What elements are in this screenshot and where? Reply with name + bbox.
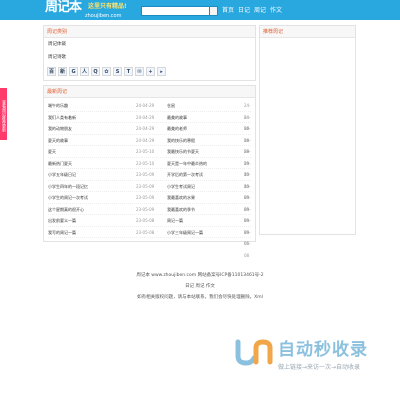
article-link[interactable]: 我最快乐的节夏天 <box>167 146 239 158</box>
list-item: 最新热门夏天 23-05-10 夏天是一年中最炎热的 23-05-10 <box>48 158 251 189</box>
add-share-icon[interactable]: + <box>146 67 155 76</box>
latest-list: 端午的乐趣 24-04-29 仓鼠 24-04-29 我们人类有着新 24-04-29 最… <box>44 98 255 258</box>
recommend-box: 推荐周记 <box>259 25 356 235</box>
article-link[interactable]: 夏天 <box>48 146 130 158</box>
article-link[interactable]: 我最喜欢的水果 <box>167 192 239 204</box>
site-logo[interactable]: 周记本 这里只有精品! zhoujiben.com <box>45 0 133 20</box>
search-button[interactable] <box>209 6 218 16</box>
article-date: 23-05-08 <box>136 229 155 235</box>
article-link[interactable]: 小学三年级周记一篇 <box>167 227 239 239</box>
article-date: 23-05-09 <box>136 195 155 200</box>
latest-title: 最新周记 <box>44 86 255 98</box>
logo-domain: zhoujiben.com <box>85 13 122 19</box>
logo-slogan: 这里只有精品! <box>88 3 127 10</box>
nav-weekly[interactable]: 周记 <box>254 5 266 17</box>
share-icon-row: 百 新 G 人 Q ✿ S T ✉ + ▸ <box>44 64 255 80</box>
list-item: 夏天的故事 24-04-29 我的快乐的寒假 24-04-29 <box>48 135 251 166</box>
footer: 周记本 www.zhoujiben.com 网站备案号ICP备11013461号… <box>0 270 400 303</box>
article-link[interactable]: 我们人类有着新 <box>48 112 130 124</box>
article-link[interactable]: 小学生的周记一次考试 <box>48 192 130 204</box>
article-link[interactable]: 这个星期真的很开心 <box>48 204 130 216</box>
share-icon[interactable]: 百 <box>47 67 56 76</box>
watermark-title: 自动秒收录 <box>278 340 368 360</box>
sidebar-recommend-tab[interactable]: 查看周记推荐更新 <box>0 88 7 140</box>
share-icon[interactable]: ✉ <box>135 67 144 76</box>
category-title: 周记类别 <box>44 26 255 38</box>
share-icon[interactable]: G <box>69 67 78 76</box>
category-item[interactable]: 周记体裁 <box>44 38 255 51</box>
list-item: 小学五年级日记 23-05-09 开学后的第一次考试 23-05-09 <box>48 169 251 200</box>
list-item: 出发前要义一篇 23-05-08 周记一篇 23-05-08 <box>48 215 251 246</box>
article-link[interactable]: 夏天是一年中最炎热的 <box>167 158 239 170</box>
article-date: 24-04-29 <box>136 114 155 120</box>
article-link[interactable]: 出发前要义一篇 <box>48 215 130 227</box>
list-item: 小学生四年的一段记忆 23-05-09 小学生考试周记 23-05-09 <box>48 181 251 212</box>
list-item: 我们人类有着新 24-04-29 最美的故事 24-04-29 <box>48 112 251 143</box>
article-date: 23-05-09 <box>136 183 155 189</box>
footer-links[interactable]: 日记 周记 作文 <box>0 281 400 292</box>
list-item: 这个星期真的很开心 23-05-09 我最喜欢的季节 23-05-09 <box>48 204 251 235</box>
share-icon[interactable]: 新 <box>58 67 67 76</box>
main-nav: 首页 日记 周记 作文 <box>222 5 282 17</box>
more-share-icon[interactable]: ▸ <box>157 67 166 76</box>
article-date: 23-05-09 <box>136 206 155 212</box>
recommend-title: 推荐周记 <box>260 26 355 38</box>
article-link[interactable]: 最新热门夏天 <box>48 158 130 170</box>
article-link[interactable]: 夏天的故事 <box>48 135 130 147</box>
article-link[interactable]: 最美的老师 <box>167 123 239 135</box>
article-link[interactable]: 最美的故事 <box>167 112 239 124</box>
article-link[interactable]: 我最喜欢的季节 <box>167 204 239 216</box>
nav-essay[interactable]: 作文 <box>270 5 282 17</box>
watermark-logo-icon <box>235 339 273 366</box>
watermark-subtitle: 做上链接→来访一次→自动收录 <box>278 364 361 371</box>
article-date: 23-05-10 <box>136 160 155 166</box>
article-date: 24-04-29 <box>136 126 155 131</box>
article-date: 23-05-09 <box>136 172 155 177</box>
article-link[interactable]: 端午的乐趣 <box>48 100 130 112</box>
nav-home[interactable]: 首页 <box>222 5 234 17</box>
article-link[interactable]: 小学五年级日记 <box>48 169 130 181</box>
left-column: 周记类别 周记体裁 周记诗歌 百 新 G 人 Q ✿ S T ✉ + ▸ 最新周… <box>43 25 256 258</box>
article-link[interactable]: 我的快乐的寒假 <box>167 135 239 147</box>
article-date: 23-05-10 <box>136 149 155 154</box>
latest-box: 最新周记 端午的乐趣 24-04-29 仓鼠 24-04-29 我们人类有着新 24-0… <box>43 85 256 258</box>
article-link[interactable]: 周记一篇 <box>167 215 239 227</box>
article-link[interactable]: 小学生四年的一段记忆 <box>48 181 130 193</box>
footer-copyright: 周记本 www.zhoujiben.com 网站备案号ICP备11013461号… <box>136 273 264 278</box>
share-icon[interactable]: S <box>113 67 122 76</box>
list-item: 夏天 23-05-10 我最快乐的节夏天 23-05-10 <box>48 146 251 177</box>
article-link[interactable]: 开学后的第一次考试 <box>167 169 239 181</box>
article-link[interactable]: 小学生考试周记 <box>167 181 239 193</box>
list-item: 端午的乐趣 24-04-29 仓鼠 24-04-29 <box>48 100 251 131</box>
watermark: 自动秒收录 做上链接→来访一次→自动收录 <box>232 336 382 380</box>
logo-main-text: 周记本 <box>45 0 82 15</box>
search-input[interactable] <box>141 6 216 16</box>
article-link[interactable]: 仓鼠 <box>167 100 239 112</box>
share-icon[interactable]: 人 <box>80 67 89 76</box>
list-item: 小学生的周记一次考试 23-05-09 我最喜欢的水果 23-05-09 <box>48 192 251 223</box>
share-icon[interactable]: T <box>124 67 133 76</box>
category-item[interactable]: 周记诗歌 <box>44 51 255 64</box>
category-box: 周记类别 周记体裁 周记诗歌 百 新 G 人 Q ✿ S T ✉ + ▸ <box>43 25 256 81</box>
list-item: 我的动物朋友 24-04-29 最美的老师 24-04-29 <box>48 123 251 154</box>
article-date: 24-04-29 <box>136 137 155 143</box>
article-date: 23-05-08 <box>136 218 155 223</box>
footer-notice: 如有相关版权问题，请与本站联系，我们会尽快处理删除。Xml <box>137 295 263 300</box>
article-date: 23-05-08 <box>244 229 251 258</box>
article-link[interactable]: 我写的周记一篇 <box>48 227 130 239</box>
share-icon[interactable]: ✿ <box>102 67 111 76</box>
top-bar: 周记本 这里只有精品! zhoujiben.com 首页 日记 周记 作文 <box>0 0 400 20</box>
list-item: 我写的周记一篇 23-05-08 小学三年级周记一篇 23-05-08 <box>48 227 251 258</box>
article-date: 24-04-29 <box>136 103 155 108</box>
share-icon[interactable]: Q <box>91 67 100 76</box>
article-link[interactable]: 我的动物朋友 <box>48 123 130 135</box>
nav-diary[interactable]: 日记 <box>238 5 250 17</box>
